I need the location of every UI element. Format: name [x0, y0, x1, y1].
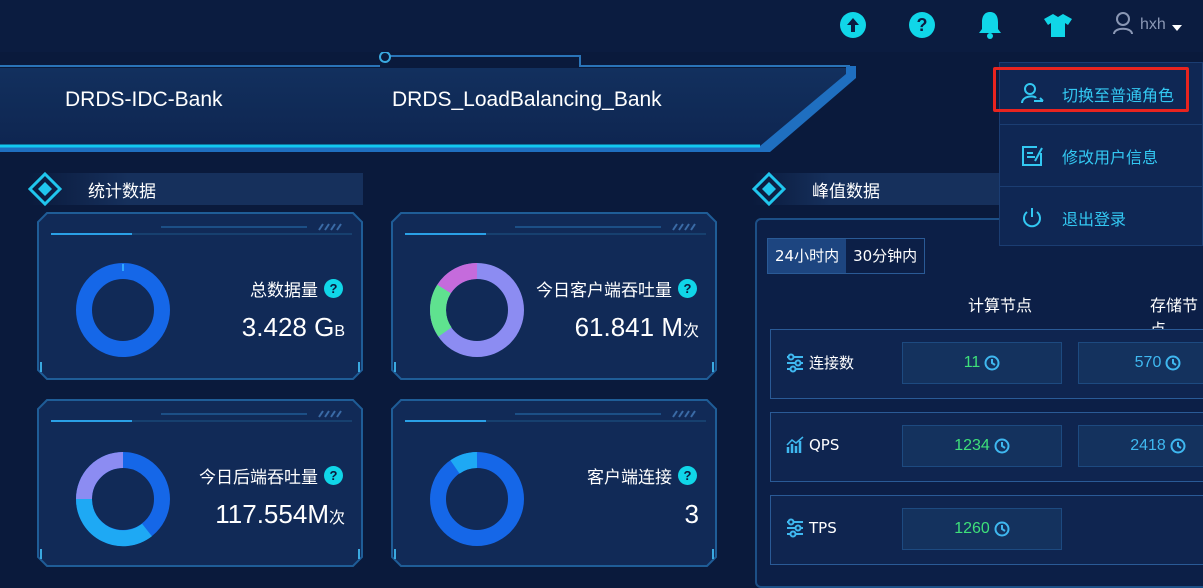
peak-title: 峰值数据 [812, 181, 880, 202]
user-menu-toggle[interactable]: hxh [1112, 8, 1182, 42]
stat-unit-small: 次 [682, 323, 699, 340]
stat-unit: M [307, 499, 329, 529]
help-icon[interactable]: ? [324, 279, 343, 298]
metric-value: 1234 [954, 437, 990, 454]
menu-item-switch-role[interactable]: 切换至普通角色 [1000, 63, 1203, 125]
donut-chart [76, 263, 170, 357]
menu-item-edit-user[interactable]: 修改用户信息 [1000, 125, 1203, 187]
username: hxh [1140, 16, 1166, 33]
compute-value[interactable]: 1260 [902, 508, 1062, 550]
upload-icon[interactable] [838, 10, 868, 40]
peak-row-qps: QPS 1234 2418 [770, 412, 1203, 482]
help-icon[interactable]: ? [678, 466, 697, 485]
power-icon [1023, 208, 1041, 228]
menu-item-label: 切换至普通角色 [1062, 86, 1175, 105]
donut-chart [430, 452, 524, 546]
clock-icon [994, 521, 1010, 537]
stat-card-client-connections: 客户端连接 ? 3 [391, 399, 717, 567]
stat-label: 今日后端吞吐量 ? [199, 463, 343, 488]
stat-value-number: 117.554 [215, 499, 308, 529]
stat-label-text: 今日客户端吞吐量 [536, 281, 672, 301]
sliders-icon [787, 518, 803, 538]
stat-label-text: 今日后端吞吐量 [199, 468, 318, 488]
donut-chart [75, 452, 170, 547]
stat-unit: G [314, 312, 335, 342]
stat-label: 总数据量 ? [250, 276, 343, 301]
stats-title: 统计数据 [88, 181, 156, 202]
col-compute-node: 计算节点 [968, 296, 1033, 315]
stat-value: 3.428 GB [242, 312, 345, 343]
menu-item-label: 退出登录 [1062, 210, 1127, 229]
row-label-text: QPS [809, 436, 840, 454]
compute-value[interactable]: 1234 [902, 425, 1062, 467]
user-icon [1112, 11, 1134, 39]
section-bar [28, 173, 363, 205]
diamond-icon [752, 172, 786, 206]
stat-label-text: 客户端连接 [587, 468, 672, 488]
diamond-icon [28, 172, 62, 206]
storage-value[interactable]: 2418 [1078, 425, 1203, 467]
donut-chart [430, 262, 524, 357]
chevron-down-icon [1171, 16, 1182, 35]
help-icon[interactable]: ? [324, 466, 343, 485]
metric-value: 11 [963, 354, 981, 371]
help-icon[interactable]: ? [907, 10, 937, 40]
stat-card-total-data: 总数据量 ? 3.428 GB [37, 212, 363, 380]
switch-role-icon [1021, 83, 1044, 104]
bell-icon[interactable] [975, 10, 1005, 40]
metric-value: 570 [1134, 354, 1162, 371]
stat-unit-small: 次 [328, 510, 345, 527]
stat-value: 3 [685, 499, 699, 530]
row-label-text: TPS [809, 519, 837, 537]
storage-value[interactable]: 570 [1078, 342, 1203, 384]
stat-value: 117.554M次 [215, 499, 345, 530]
stats-section-header: 统计数据 [28, 172, 363, 206]
clock-icon [984, 355, 1000, 371]
stat-card-backend-throughput: 今日后端吞吐量 ? 117.554M次 [37, 399, 363, 567]
stat-value-number: 3.428 [241, 312, 315, 342]
edit-user-icon [1022, 146, 1043, 166]
menu-item-logout[interactable]: 退出登录 [1000, 187, 1203, 249]
compute-value[interactable]: 11 [902, 342, 1062, 384]
section-bar [752, 173, 1012, 205]
time-range-tabs: 24小时内 30分钟内 [767, 238, 926, 274]
clock-icon [1165, 355, 1181, 371]
metric-value: 2418 [1130, 437, 1166, 454]
top-bar: ? hxh [0, 0, 1203, 52]
svg-text:?: ? [917, 15, 928, 35]
clock-icon [994, 438, 1010, 454]
row-label: QPS [785, 435, 839, 455]
peak-section-header: 峰值数据 [752, 172, 1012, 206]
sliders-icon [787, 353, 803, 372]
stat-label: 今日客户端吞吐量 ? [536, 276, 697, 301]
menu-item-label: 修改用户信息 [1062, 148, 1159, 167]
tab-24h[interactable]: 24小时内 [768, 239, 847, 273]
row-label: 连接数 [785, 352, 854, 373]
stat-value: 61.841 M次 [575, 312, 699, 343]
peak-row-tps: TPS 1260 [770, 495, 1203, 565]
stat-label-text: 总数据量 [250, 281, 318, 301]
metric-value: 1260 [954, 520, 990, 537]
cluster-tab-loadbalancing[interactable]: DRDS_LoadBalancing_Bank [392, 88, 662, 112]
tab-30min[interactable]: 30分钟内 [846, 239, 924, 273]
row-label-text: 连接数 [809, 354, 855, 372]
row-label: TPS [785, 518, 837, 538]
peak-row-connections: 连接数 11 570 [770, 329, 1203, 399]
user-dropdown-menu: 切换至普通角色 修改用户信息 退出登录 [999, 62, 1203, 246]
bar-chart-icon [786, 436, 804, 453]
stat-value-number: 61.841 [574, 312, 662, 342]
cluster-tab-idc[interactable]: DRDS-IDC-Bank [65, 88, 223, 112]
stat-label: 客户端连接 ? [587, 463, 697, 488]
theme-shirt-icon[interactable] [1043, 10, 1073, 40]
stat-card-client-throughput: 今日客户端吞吐量 ? 61.841 M次 [391, 212, 717, 380]
stat-unit: M [661, 312, 683, 342]
clock-icon [1170, 438, 1186, 454]
stat-unit-small: B [334, 323, 345, 340]
help-icon[interactable]: ? [678, 279, 697, 298]
stat-value-number: 3 [684, 499, 699, 529]
